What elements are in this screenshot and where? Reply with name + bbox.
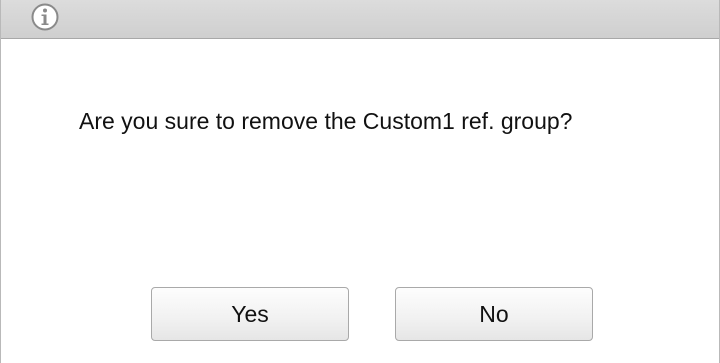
confirm-dialog: Are you sure to remove the Custom1 ref. … [0,0,720,363]
yes-button[interactable]: Yes [151,287,349,341]
dialog-message: Are you sure to remove the Custom1 ref. … [79,108,573,134]
info-icon [30,2,60,32]
dialog-titlebar [1,0,719,39]
no-button[interactable]: No [395,287,593,341]
